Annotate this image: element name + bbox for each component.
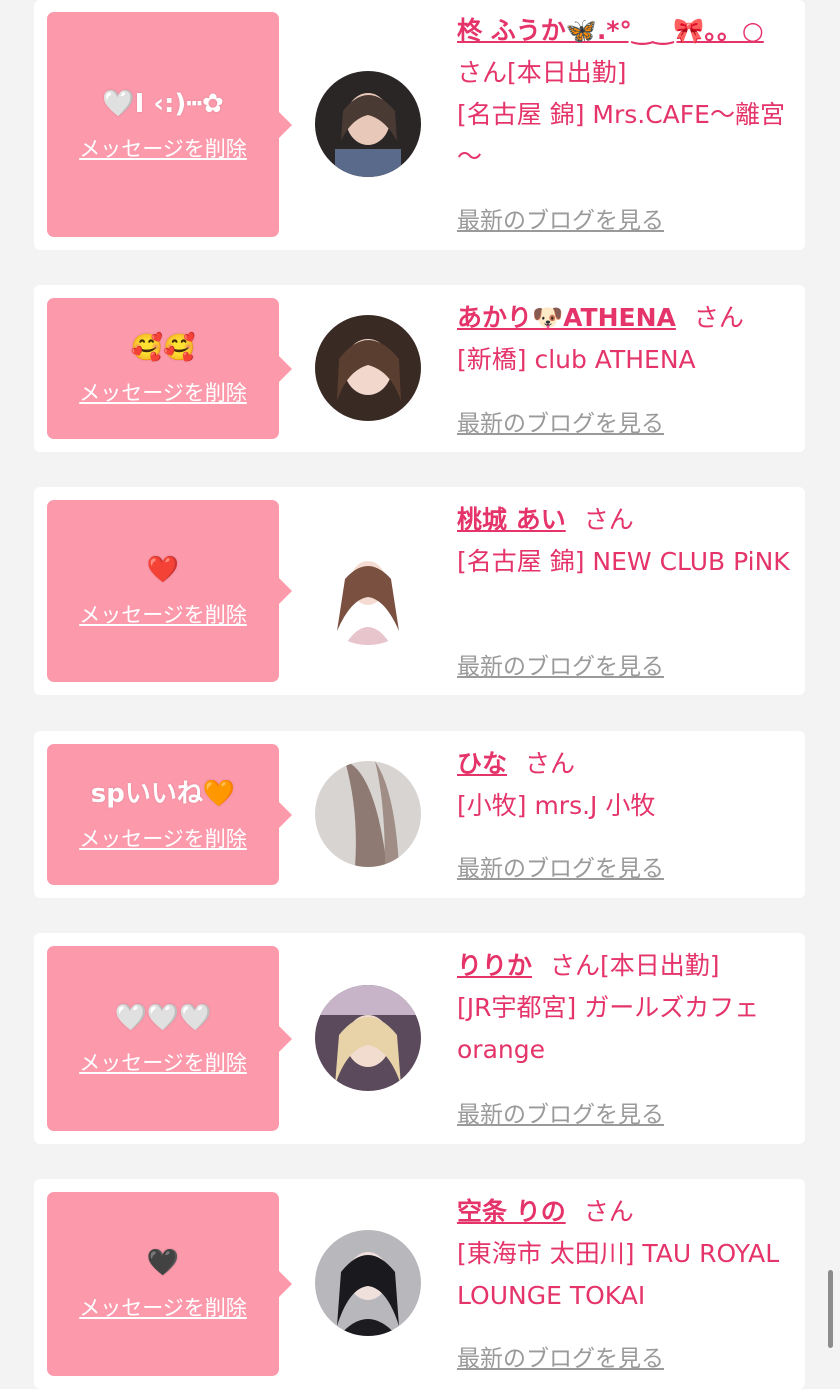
- avatar[interactable]: [315, 539, 421, 645]
- avatar[interactable]: [315, 985, 421, 1091]
- shop-name: [JR宇都宮] ガールズカフェ orange: [457, 993, 760, 1064]
- avatar[interactable]: [315, 761, 421, 867]
- message-text: 🤍I ‹:)┅✿: [102, 88, 224, 119]
- scrollbar[interactable]: [828, 1270, 833, 1348]
- cast-name-link[interactable]: 柊 ふうか🦋.*°‿‿🎀。。○: [457, 16, 764, 45]
- delete-message-link[interactable]: メッセージを削除: [79, 1292, 247, 1322]
- shop-name: [名古屋 錦] Mrs.CAFE～離宮～: [457, 100, 785, 171]
- list-item: 🤍I ‹:)┅✿ メッセージを削除 柊 ふうか🦋.*°‿‿🎀。。○ さん[本日出…: [34, 0, 805, 250]
- latest-blog-link[interactable]: 最新のブログを見る: [457, 201, 664, 235]
- avatar[interactable]: [315, 71, 421, 177]
- cast-name-link[interactable]: 空条 りの: [457, 1197, 566, 1226]
- cast-info: 柊 ふうか🦋.*°‿‿🎀。。○ さん[本日出勤] [名古屋 錦] Mrs.CAF…: [457, 10, 797, 178]
- cast-info: 空条 りの さん [東海市 太田川] TAU ROYAL LOUNGE TOKAI: [457, 1191, 797, 1317]
- honorific: さん: [550, 951, 601, 980]
- delete-message-link[interactable]: メッセージを削除: [79, 133, 247, 163]
- message-bubble: 🖤 メッセージを削除: [47, 1192, 292, 1376]
- cast-name-link[interactable]: ひな: [457, 749, 507, 778]
- message-text: 🖤: [146, 1248, 180, 1278]
- cast-name-link[interactable]: あかり🐶ATHENA: [457, 303, 676, 332]
- delete-message-link[interactable]: メッセージを削除: [79, 823, 247, 853]
- honorific: さん: [693, 303, 744, 332]
- latest-blog-link[interactable]: 最新のブログを見る: [457, 1095, 664, 1129]
- delete-message-link[interactable]: メッセージを削除: [79, 377, 247, 407]
- list-item: 🖤 メッセージを削除 空条 りの さん [東海市 太田川] TAU ROYAL L…: [34, 1179, 805, 1389]
- honorific: さん: [583, 1197, 634, 1226]
- latest-blog-link[interactable]: 最新のブログを見る: [457, 1339, 664, 1373]
- delete-message-link[interactable]: メッセージを削除: [79, 599, 247, 629]
- latest-blog-link[interactable]: 最新のブログを見る: [457, 404, 664, 438]
- latest-blog-link[interactable]: 最新のブログを見る: [457, 647, 664, 681]
- message-bubble: ❤️ メッセージを削除: [47, 500, 292, 682]
- delete-message-link[interactable]: メッセージを削除: [79, 1047, 247, 1077]
- cast-info: りりか さん[本日出勤] [JR宇都宮] ガールズカフェ orange: [457, 945, 797, 1071]
- honorific: さん: [583, 505, 634, 534]
- cast-name-link[interactable]: 桃城 あい: [457, 505, 566, 534]
- message-bubble: spいいね🧡 メッセージを削除: [47, 744, 292, 885]
- cast-info: あかり🐶ATHENA さん [新橋] club ATHENA: [457, 297, 797, 381]
- cast-info: ひな さん [小牧] mrs.J 小牧: [457, 743, 797, 827]
- message-bubble: 🤍🤍🤍 メッセージを削除: [47, 946, 292, 1131]
- message-text: 🥰🥰: [130, 332, 196, 363]
- status-label: [本日出勤]: [600, 951, 720, 980]
- list-item: spいいね🧡 メッセージを削除 ひな さん [小牧] mrs.J 小牧 最新のブロ…: [34, 731, 805, 898]
- message-bubble: 🥰🥰 メッセージを削除: [47, 298, 292, 439]
- list-item: ❤️ メッセージを削除 桃城 あい さん [名古屋 錦] NEW CLUB PiN…: [34, 487, 805, 695]
- cast-name-link[interactable]: りりか: [457, 951, 532, 980]
- status-label: [本日出勤]: [507, 58, 627, 87]
- honorific: さん: [457, 58, 508, 87]
- list-item: 🥰🥰 メッセージを削除 あかり🐶ATHENA さん [新橋] club ATHEN…: [34, 285, 805, 452]
- latest-blog-link[interactable]: 最新のブログを見る: [457, 849, 664, 883]
- message-text: 🤍🤍🤍: [114, 1002, 212, 1033]
- message-bubble: 🤍I ‹:)┅✿ メッセージを削除: [47, 12, 292, 237]
- shop-name: [名古屋 錦] NEW CLUB PiNK: [457, 547, 790, 576]
- shop-name: [新橋] club ATHENA: [457, 345, 696, 374]
- list-item: 🤍🤍🤍 メッセージを削除 りりか さん[本日出勤] [JR宇都宮] ガールズカフェ…: [34, 933, 805, 1144]
- avatar[interactable]: [315, 1230, 421, 1336]
- cast-info: 桃城 あい さん [名古屋 錦] NEW CLUB PiNK: [457, 499, 797, 583]
- message-text: ❤️: [146, 555, 180, 585]
- honorific: さん: [525, 749, 576, 778]
- shop-name: [東海市 太田川] TAU ROYAL LOUNGE TOKAI: [457, 1239, 780, 1310]
- shop-name: [小牧] mrs.J 小牧: [457, 791, 656, 820]
- avatar[interactable]: [315, 315, 421, 421]
- message-text: spいいね🧡: [90, 778, 236, 809]
